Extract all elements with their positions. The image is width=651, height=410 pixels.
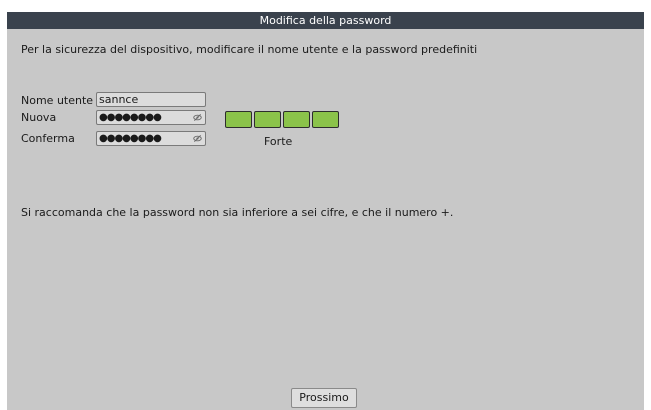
new-password-field[interactable]: ●●●●●●●● <box>96 110 206 125</box>
strength-segment-2 <box>254 111 281 128</box>
username-label: Nome utente <box>21 94 94 107</box>
new-password-label: Nuova <box>21 111 57 124</box>
eye-hidden-icon[interactable] <box>193 134 202 143</box>
strength-label: Forte <box>264 135 293 148</box>
new-password-value: ●●●●●●●● <box>99 112 162 123</box>
strength-segment-3 <box>283 111 310 128</box>
confirm-password-field[interactable]: ●●●●●●●● <box>96 131 206 146</box>
strength-segment-1 <box>225 111 252 128</box>
eye-hidden-icon[interactable] <box>193 113 202 122</box>
dialog-title: Modifica della password <box>7 12 644 29</box>
confirm-password-value: ●●●●●●●● <box>99 133 162 144</box>
intro-text: Per la sicurezza del dispositivo, modifi… <box>21 43 478 56</box>
confirm-password-label: Conferma <box>21 132 75 145</box>
password-hint: Si raccomanda che la password non sia in… <box>21 206 454 219</box>
strength-segment-4 <box>312 111 339 128</box>
change-password-dialog: Modifica della password Per la sicurezza… <box>7 12 644 410</box>
next-button[interactable]: Prossimo <box>291 388 357 408</box>
username-field[interactable]: sannce <box>96 92 206 107</box>
username-value: sannce <box>99 93 139 106</box>
